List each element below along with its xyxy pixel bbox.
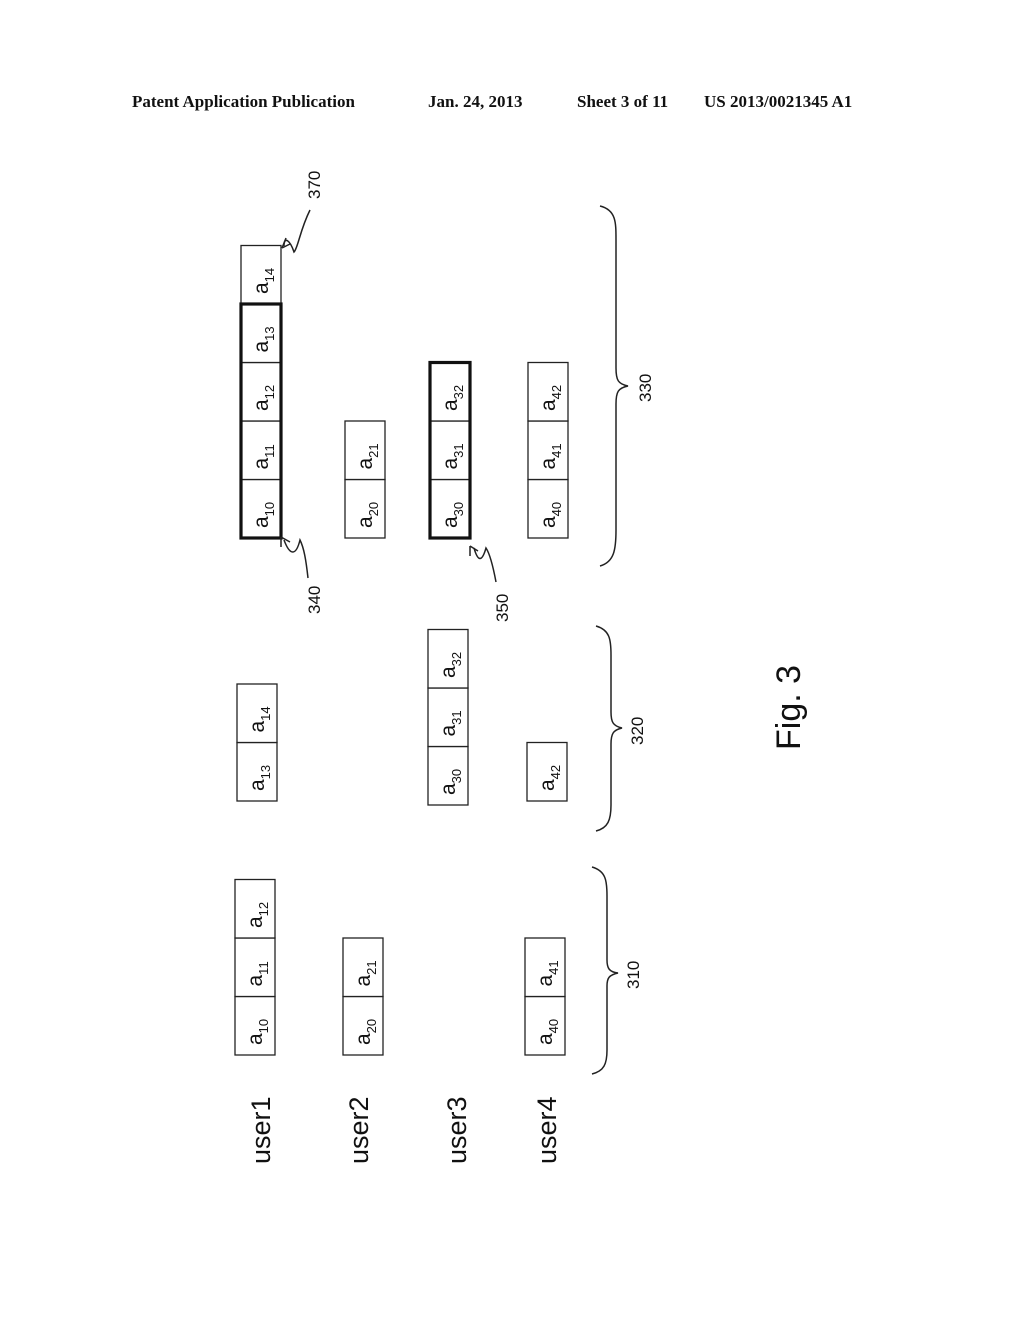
ref-330: 330 xyxy=(636,374,655,402)
ref-340: 340 xyxy=(305,586,324,614)
ref-310: 310 xyxy=(624,961,643,989)
user-label-4: user4 xyxy=(532,1096,562,1164)
ref-320: 320 xyxy=(628,717,647,745)
cell-layer: a10a11a12a20a21a40a41a13a14a30a31a32a42a… xyxy=(234,244,569,1056)
ref-350: 350 xyxy=(493,594,512,622)
user-label-3: user3 xyxy=(442,1096,472,1164)
arrow-370 xyxy=(281,237,291,249)
brace-310 xyxy=(591,866,619,1075)
user-label-1: user1 xyxy=(246,1096,276,1164)
leader-350 xyxy=(473,546,497,583)
brace-330 xyxy=(599,205,629,567)
ref-370: 370 xyxy=(305,171,324,199)
figure-3-diagram: a10a11a12a20a21a40a41a13a14a30a31a32a42a… xyxy=(234,171,808,1164)
figure-caption: Fig. 3 xyxy=(770,665,808,750)
leader-340 xyxy=(283,537,309,579)
brace-320 xyxy=(595,625,623,832)
user-label-2: user2 xyxy=(344,1096,374,1164)
